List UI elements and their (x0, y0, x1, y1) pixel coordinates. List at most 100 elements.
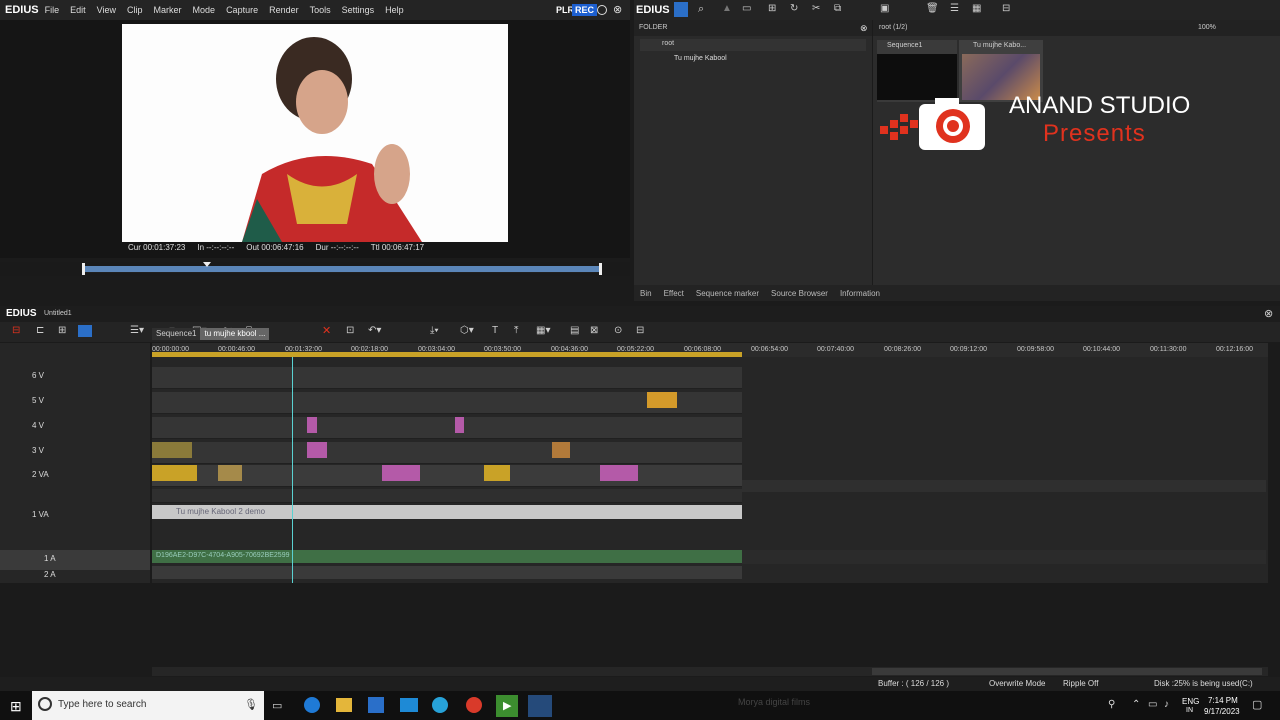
sequence-menu-icon[interactable]: ☰▾ (130, 325, 144, 336)
mail-icon[interactable] (400, 698, 418, 712)
undo-icon[interactable]: ↶▾ (368, 325, 381, 336)
minimize-icon[interactable] (597, 5, 607, 15)
open-folder-icon[interactable]: ▭ (742, 3, 751, 14)
scrub-out-handle[interactable] (599, 263, 602, 275)
track-header-6v[interactable]: 6 V (0, 367, 150, 387)
tab-sequence1[interactable]: Sequence1 (152, 328, 201, 340)
menu-capture[interactable]: Capture (226, 5, 258, 15)
audio-track-2a[interactable] (152, 566, 742, 579)
edge-icon[interactable] (304, 697, 320, 713)
folder-close-icon[interactable]: ⊗ (860, 23, 868, 34)
video-clip[interactable] (152, 465, 197, 481)
grid-view-icon[interactable]: ▦ (972, 3, 981, 14)
title-icon[interactable]: T (492, 325, 498, 336)
folder-view-icon[interactable] (674, 2, 688, 17)
timeline-scrollbar[interactable] (152, 667, 1268, 676)
track-header-3v[interactable]: 3 V (0, 442, 150, 462)
track-header-2va[interactable]: 2 VA (0, 466, 150, 486)
track-header-4v[interactable]: 4 V (0, 417, 150, 437)
clock-date[interactable]: 9/17/2023 (1204, 707, 1240, 716)
folder-child[interactable]: Tu mujhe Kabool (674, 55, 727, 62)
delete-icon[interactable]: 🗑 (926, 3, 939, 14)
preview-icon[interactable]: ▣ (880, 3, 889, 14)
settings-icon[interactable]: ⊙ (614, 325, 622, 336)
ripple-icon[interactable]: ⊟ (12, 325, 20, 336)
track-4v[interactable] (152, 417, 742, 439)
scrub-bar[interactable] (0, 262, 630, 276)
list-view-icon[interactable]: ☰ (950, 3, 959, 14)
menu-tools[interactable]: Tools (310, 5, 331, 15)
scrub-track[interactable] (84, 266, 600, 273)
sync-lock-icon[interactable]: ⊏ (36, 325, 44, 336)
layout-track-icon[interactable]: ▤ (570, 325, 579, 336)
player-icon[interactable]: ▶ (496, 695, 518, 717)
rec-button[interactable]: REC (572, 4, 598, 16)
file-explorer-icon[interactable] (336, 698, 352, 712)
menu-edit[interactable]: Edit (70, 5, 86, 15)
cut-icon[interactable]: ✂ (812, 3, 820, 14)
import-icon[interactable]: ⤒ (514, 325, 518, 336)
tab-source-browser[interactable]: Source Browser (771, 289, 828, 298)
copy-icon[interactable]: ⧉ (834, 3, 841, 14)
language-label[interactable]: ENG (1182, 697, 1199, 706)
menu-view[interactable]: View (97, 5, 116, 15)
tab-information[interactable]: Information (840, 289, 880, 298)
menu-file[interactable]: File (45, 5, 60, 15)
video-clip[interactable] (152, 442, 192, 458)
snap-icon[interactable] (78, 325, 92, 337)
video-clip[interactable] (647, 392, 677, 408)
time-ruler[interactable]: 00:00:00:00 00:00:46:00 00:01:32:00 00:0… (152, 343, 1268, 357)
search-icon[interactable]: ⌕ (698, 3, 704, 16)
video-clip[interactable] (552, 442, 570, 458)
people-icon[interactable]: ⚲ (1108, 699, 1115, 710)
scrub-in-handle[interactable] (82, 263, 85, 275)
mixer-icon[interactable]: ⊟ (636, 325, 644, 336)
audio-clip[interactable]: D196AE2-D97C-4704-A905-70692BE2599 (152, 550, 742, 563)
menu-clip[interactable]: Clip (127, 5, 143, 15)
track-header-2a[interactable]: 2 A (0, 566, 150, 586)
folder-root[interactable]: root (640, 39, 866, 51)
tab-sequence-active[interactable]: tu mujhe kbool ... (200, 328, 270, 340)
edius-taskbar-icon[interactable] (528, 695, 552, 717)
new-folder-icon[interactable]: ⊞ (768, 3, 776, 14)
tab-effect[interactable]: Effect (664, 289, 684, 298)
track-2va-audio[interactable] (152, 489, 742, 503)
task-view-icon[interactable]: ▭ (272, 699, 282, 712)
main-clip[interactable]: Tu mujhe Kabool 2 demo (152, 505, 742, 519)
scrub-playhead[interactable] (203, 262, 211, 267)
close-icon[interactable]: ⊗ (613, 3, 622, 16)
notifications-icon[interactable]: ▢ (1252, 698, 1262, 711)
video-clip[interactable] (307, 417, 317, 433)
render-icon[interactable]: ▦▾ (536, 325, 550, 336)
track-3v[interactable] (152, 442, 742, 464)
group-icon[interactable]: ⊞ (58, 325, 66, 336)
layout-icon[interactable]: ⊟ (1002, 3, 1010, 14)
up-icon[interactable]: ▲ (722, 3, 732, 14)
effects-icon[interactable]: ⬡▾ (460, 325, 474, 336)
video-clip[interactable] (307, 442, 327, 458)
replace-icon[interactable]: ⊡ (346, 325, 354, 336)
menu-settings[interactable]: Settings (342, 5, 375, 15)
taskbar-search[interactable]: Type here to search 🎙 (32, 691, 264, 720)
video-clip[interactable] (218, 465, 242, 481)
windows-start-icon[interactable]: ⊞ (10, 698, 22, 715)
add-marker-icon[interactable]: ⤓▾ (430, 325, 439, 336)
network-icon[interactable]: ▭ (1148, 699, 1157, 710)
volume-icon[interactable]: ♪ (1164, 699, 1169, 710)
track-header-1va[interactable]: 1 VA (0, 506, 150, 526)
video-clip[interactable] (600, 465, 638, 481)
tab-sequence-marker[interactable]: Sequence marker (696, 289, 759, 298)
clock-time[interactable]: 7:14 PM (1208, 696, 1238, 705)
menu-render[interactable]: Render (269, 5, 299, 15)
app-icon[interactable] (432, 697, 448, 713)
scrollbar-thumb[interactable] (872, 668, 1262, 675)
tab-bin[interactable]: Bin (640, 289, 652, 298)
video-clip[interactable] (382, 465, 420, 481)
track-6v[interactable] (152, 367, 742, 389)
playhead-line[interactable] (292, 357, 293, 583)
sync-icon[interactable]: ↻ (790, 3, 798, 14)
tray-chevron-icon[interactable]: ⌃ (1132, 699, 1140, 710)
video-clip[interactable] (455, 417, 464, 433)
menu-help[interactable]: Help (385, 5, 404, 15)
microphone-icon[interactable]: 🎙 (244, 698, 258, 711)
